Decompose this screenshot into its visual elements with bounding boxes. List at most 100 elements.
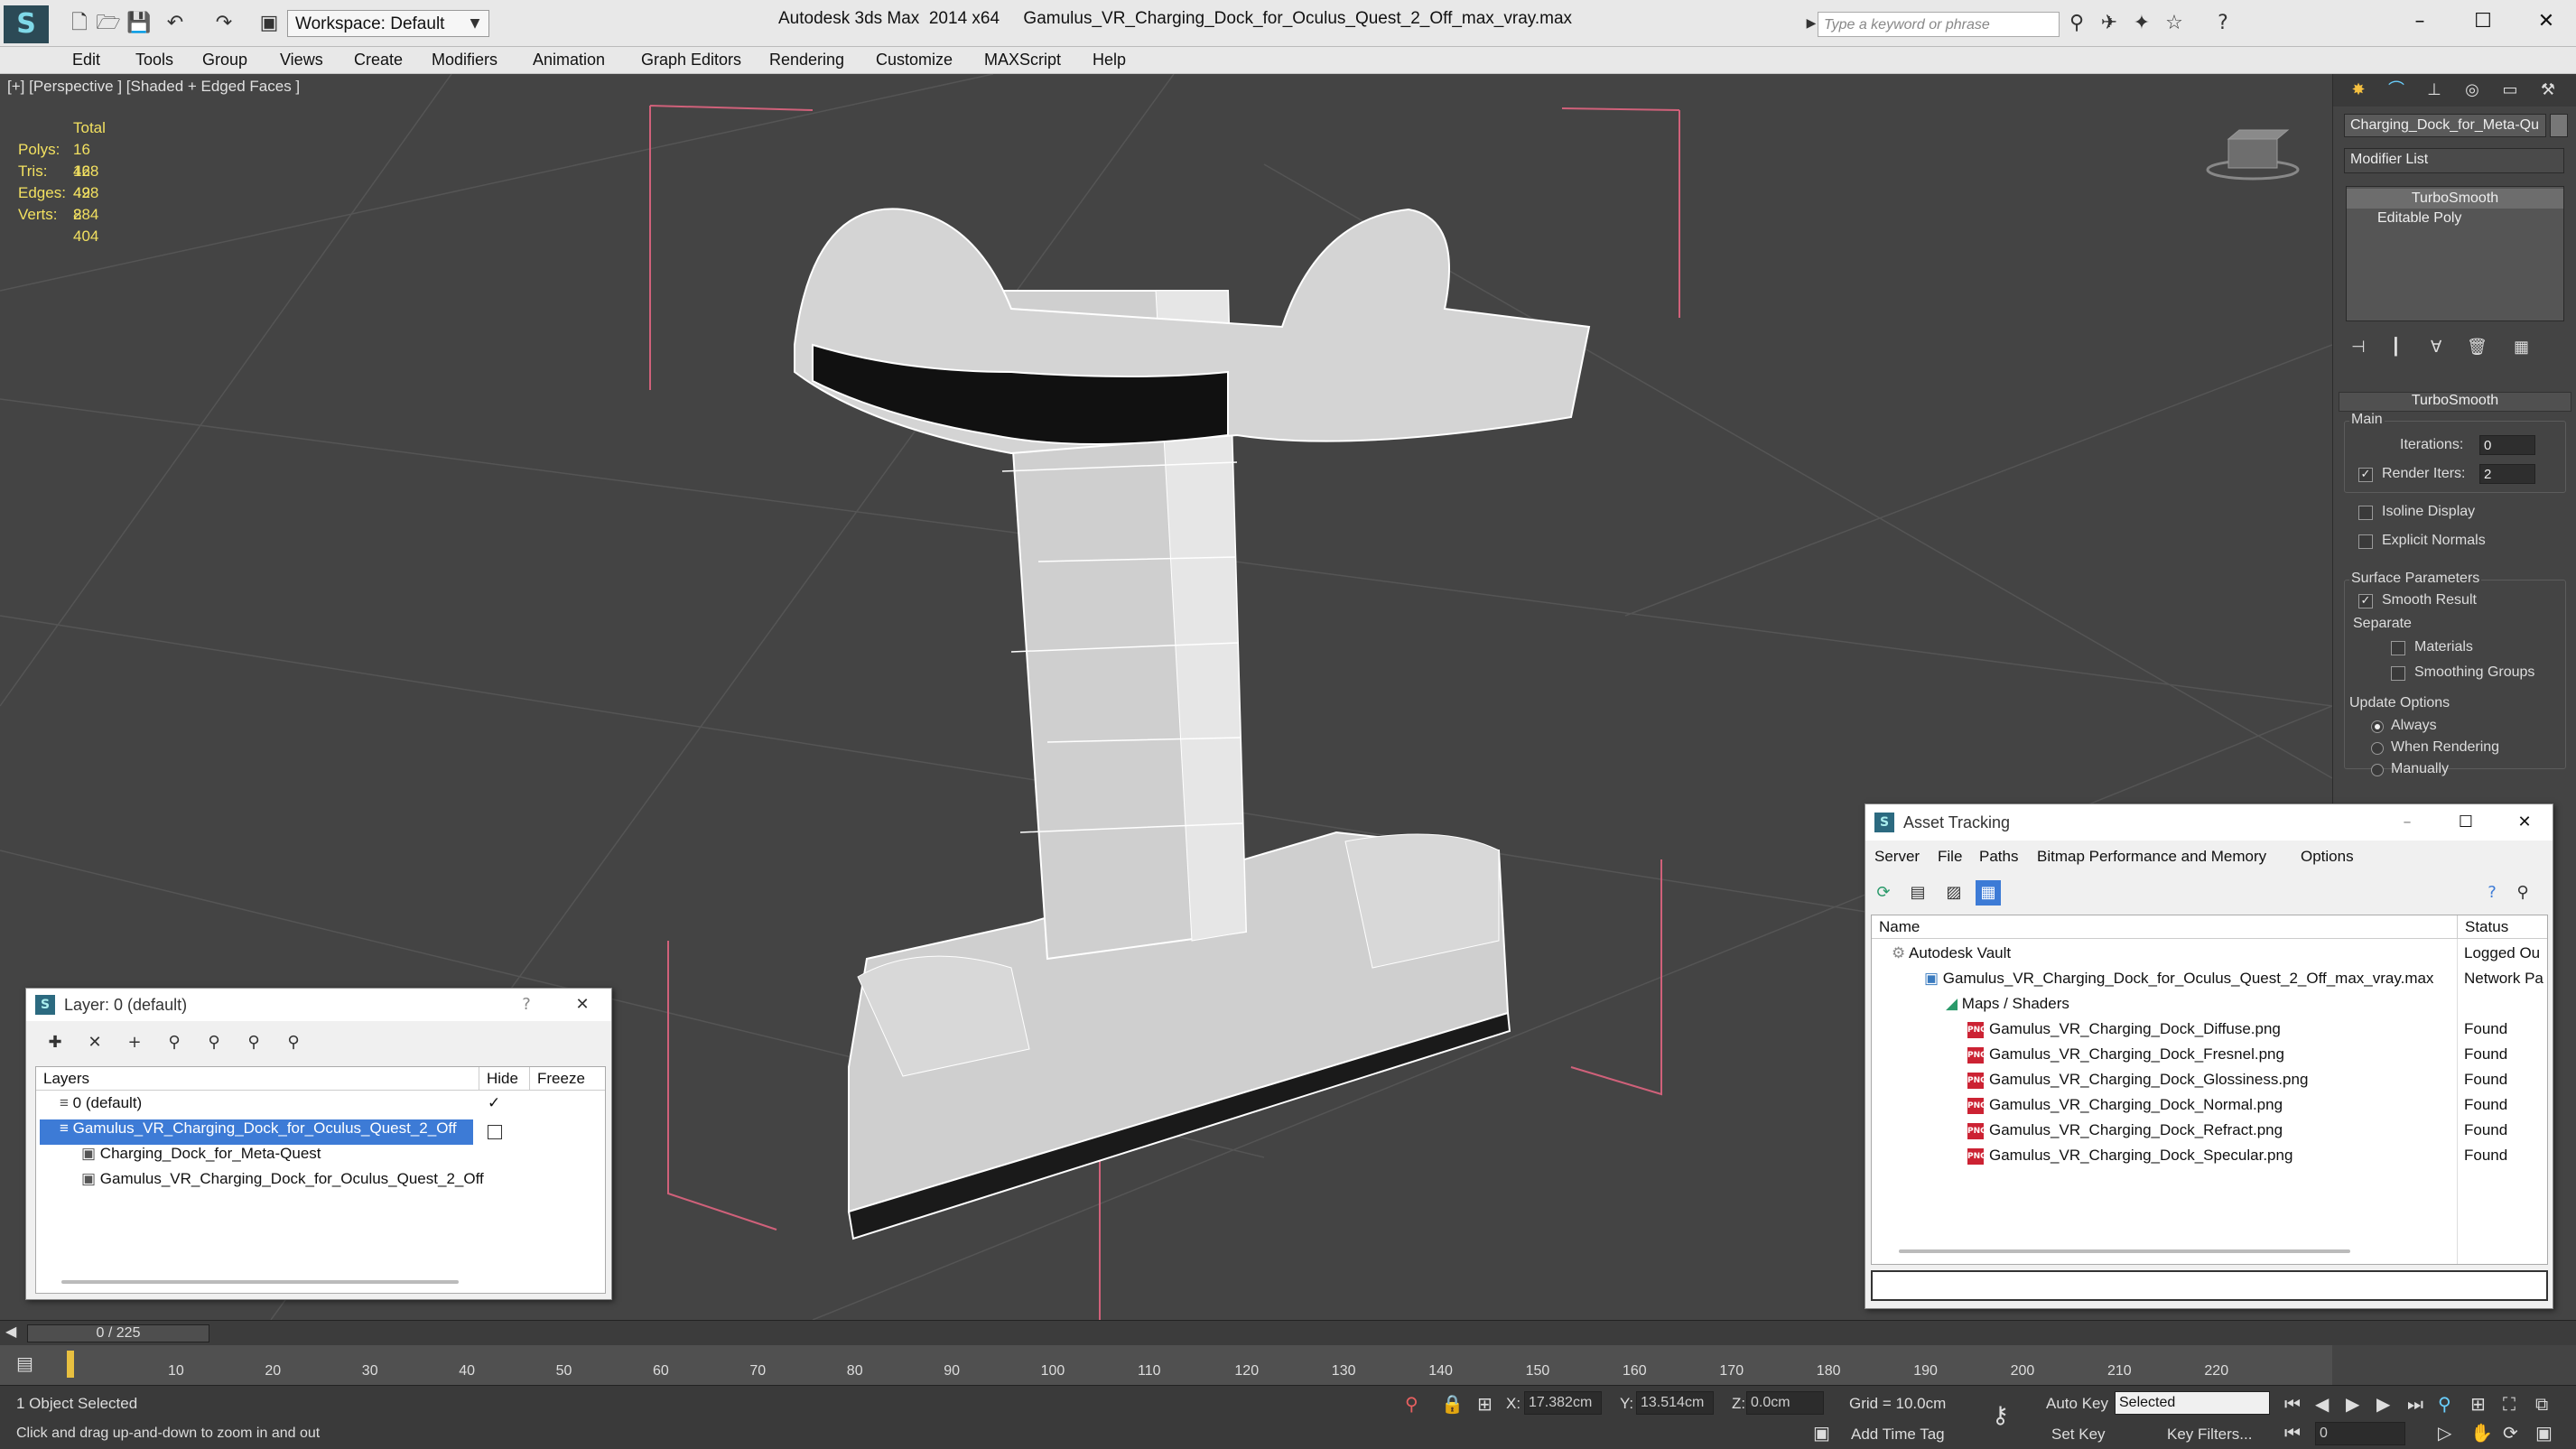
delete-layer-icon[interactable]: ✕ [82,1030,107,1055]
layer-row-gamulus-selected[interactable]: ≡ Gamulus_VR_Charging_Dock_for_Oculus_Qu… [40,1119,473,1145]
explicit-normals-checkbox[interactable] [2358,534,2373,549]
isolate-selection-icon[interactable]: ⚲ [1405,1393,1418,1415]
x-coordinate-field[interactable]: 17.382cm [1524,1391,1602,1415]
z-coordinate-field[interactable]: 0.0cm [1746,1391,1824,1415]
goto-start-icon[interactable]: ⏮ [2284,1393,2301,1415]
always-radio[interactable] [2371,720,2384,733]
layer-help-icon[interactable]: ? [514,992,539,1017]
asset-menu-paths[interactable]: Paths [1979,848,2018,866]
zoom-icon[interactable]: ⚲ [2438,1393,2451,1415]
menu-tools[interactable]: Tools [135,51,173,70]
highlight-layer-icon[interactable]: ⚲ [201,1030,227,1055]
manually-radio[interactable] [2371,764,2384,776]
object-color-swatch[interactable] [2550,114,2568,137]
field-of-view-icon[interactable]: ▷ [2438,1422,2451,1444]
hierarchy-tab-icon[interactable]: ⊥ [2418,78,2450,103]
play-icon[interactable]: ▶ [2346,1393,2359,1415]
layer-row-default[interactable]: ≡ 0 (default) [60,1094,142,1119]
asset-menu-bitmap-performance[interactable]: Bitmap Performance and Memory [2037,848,2266,866]
asset-minimize-icon[interactable]: – [2380,804,2434,841]
set-key-button[interactable]: Set Key [2051,1426,2106,1444]
asset-row-fresnel[interactable]: PNG Gamulus_VR_Charging_Dock_Fresnel.png [1967,1045,2284,1071]
menu-rendering[interactable]: Rendering [769,51,844,70]
minimize-icon[interactable]: – [2393,4,2447,40]
key-mode-dropdown[interactable]: Selected [2115,1391,2270,1415]
asset-maximize-icon[interactable]: ☐ [2439,804,2493,841]
goto-end-icon[interactable]: ⏭ [2407,1393,2423,1415]
create-tab-icon[interactable]: ✸ [2342,78,2375,103]
asset-row-normal[interactable]: PNG Gamulus_VR_Charging_Dock_Normal.png [1967,1096,2283,1121]
viewcube-icon[interactable] [2203,123,2302,186]
menu-graph-editors[interactable]: Graph Editors [641,51,741,70]
binoculars-icon[interactable]: ⚲ [2064,11,2089,36]
asset-menu-options[interactable]: Options [2301,848,2354,866]
asset-row-vault[interactable]: ⚙ Autodesk Vault [1892,944,2011,970]
isoline-display-checkbox[interactable] [2358,506,2373,520]
iterations-spinner[interactable]: 0 [2479,435,2535,455]
menu-maxscript[interactable]: MAXScript [984,51,1061,70]
subscription-icon[interactable]: ✈ [2097,11,2122,36]
layer-close-icon[interactable]: ✕ [570,992,595,1017]
key-mode-toggle-icon[interactable]: ⏮ [2284,1422,2301,1444]
app-logo-icon[interactable]: S [4,5,49,43]
add-to-layer-icon[interactable]: + [122,1030,147,1055]
freeze-all-icon[interactable]: ⚲ [281,1030,306,1055]
motion-tab-icon[interactable]: ◎ [2456,78,2488,103]
key-icon[interactable]: ⚷ [1992,1402,2009,1429]
layer-horizontal-scrollbar[interactable] [61,1280,459,1284]
asset-row-scene-file[interactable]: ▣ Gamulus_VR_Charging_Dock_for_Oculus_Qu… [1924,970,2433,995]
pin-icon[interactable]: ⚲ [2510,880,2535,906]
asset-close-icon[interactable]: ✕ [2497,804,2552,841]
asset-row-glossiness[interactable]: PNG Gamulus_VR_Charging_Dock_Glossiness.p… [1967,1071,2308,1096]
layer-col-hide[interactable]: Hide [479,1067,529,1091]
zoom-all-icon[interactable]: ⊞ [2470,1393,2486,1415]
smoothing-groups-checkbox[interactable] [2391,666,2405,681]
configure-sets-icon[interactable]: ▦ [2514,338,2529,357]
materials-checkbox[interactable] [2391,641,2405,655]
orbit-icon[interactable]: ⟳ [2503,1422,2518,1444]
asset-row-refract[interactable]: PNG Gamulus_VR_Charging_Dock_Refract.png [1967,1121,2283,1147]
menu-help[interactable]: Help [1093,51,1126,70]
asset-path-field[interactable] [1871,1270,2548,1301]
add-time-tag[interactable]: Add Time Tag [1851,1426,1945,1444]
current-frame-marker[interactable] [67,1351,74,1378]
prev-frame-icon[interactable]: ◀ [5,1323,16,1340]
asset-menu-server[interactable]: Server [1874,848,1920,866]
smooth-result-checkbox[interactable]: ✓ [2358,594,2373,608]
communication-icon[interactable]: ✦ [2129,11,2154,36]
track-bar[interactable]: ▤ [0,1345,2332,1385]
refresh-icon[interactable]: ⟳ [1871,880,1896,906]
maximize-viewport-icon[interactable]: ⧉ [2535,1393,2548,1415]
menu-customize[interactable]: Customize [876,51,953,70]
remove-modifier-icon[interactable]: 🗑 [2467,338,2488,357]
show-end-result-icon[interactable]: ┃ [2391,338,2401,357]
viewport-label[interactable]: [+] [Perspective ] [Shaded + Edged Faces… [7,78,300,96]
pin-stack-icon[interactable]: ⊣ [2351,338,2366,357]
menu-edit[interactable]: Edit [72,51,100,70]
close-icon[interactable]: ✕ [2519,4,2573,40]
y-coordinate-field[interactable]: 13.514cm [1636,1391,1714,1415]
thumbnail-view-icon[interactable]: ▨ [1941,880,1967,906]
time-slider[interactable]: 0 / 225 [27,1324,209,1342]
search-input[interactable]: Type a keyword or phrase [1818,12,2060,37]
key-filters-button[interactable]: Key Filters... [2167,1426,2252,1444]
asset-help-icon[interactable]: ? [2479,880,2505,906]
undo-icon[interactable]: ↶ [163,11,188,36]
viewport-toggle-icon[interactable]: ▣ [2535,1422,2553,1444]
modify-tab-icon[interactable]: ⌒ [2380,78,2413,103]
maximize-icon[interactable]: ☐ [2456,4,2510,40]
pan-icon[interactable]: ✋ [2470,1422,2493,1444]
stack-item-turbosmooth[interactable]: TurboSmooth [2347,189,2563,209]
favorites-star-icon[interactable]: ☆ [2162,11,2187,36]
new-file-icon[interactable]: 🗋 [67,11,92,36]
asset-col-name[interactable]: Name [1872,915,2457,939]
workspace-dropdown[interactable]: Workspace: Default [287,10,489,37]
table-view-icon[interactable]: ▦ [1976,880,2001,906]
menu-views[interactable]: Views [280,51,323,70]
menu-modifiers[interactable]: Modifiers [432,51,498,70]
chevron-down-icon[interactable]: ▼ [462,11,488,36]
hide-all-icon[interactable]: ⚲ [241,1030,266,1055]
layer-col-freeze[interactable]: Freeze [529,1067,605,1091]
charging-dock-model[interactable] [794,208,1591,1240]
layer-row-charging-dock[interactable]: ▣ Charging_Dock_for_Meta-Quest [81,1145,321,1170]
